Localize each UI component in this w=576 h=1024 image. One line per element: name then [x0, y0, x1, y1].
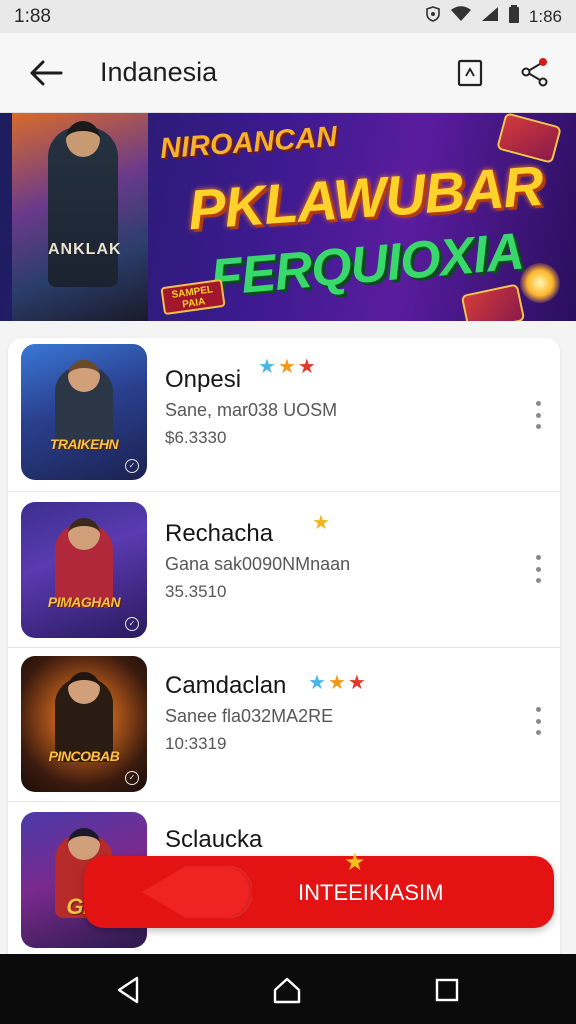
status-icons: 1:86 — [425, 5, 562, 28]
thumb-label: TRAIKEHN — [49, 436, 119, 452]
back-triangle-icon — [117, 976, 139, 1004]
game-title: Rechacha — [165, 520, 274, 547]
battery-icon — [508, 5, 520, 28]
status-time: 1:88 — [14, 5, 51, 27]
banner-glow — [520, 263, 560, 303]
game-subtitle: Sanee fla032MA2RE — [165, 706, 334, 726]
list-item[interactable]: PINCOBAB ✓ Camdaclan ★ ★ ★ Sanee fla032M… — [8, 648, 560, 802]
share-icon — [521, 58, 548, 87]
home-icon — [273, 977, 301, 1004]
page-title: Indanesia — [100, 57, 218, 87]
bookmark-button[interactable] — [454, 57, 486, 89]
bookmark-icon — [457, 59, 483, 87]
thumb-label: PINCOBAB — [48, 748, 120, 764]
nav-back-button[interactable] — [112, 974, 144, 1006]
rating-stars: ★ ★ ★ — [258, 354, 316, 379]
more-dot — [535, 718, 541, 724]
app-frame: 1:88 1:86 Indanesia ANKLAK NIROANCAN PKL… — [0, 0, 576, 1024]
cta-label: INTEEIKIASIM — [298, 880, 444, 905]
promo-banner[interactable]: ANKLAK NIROANCAN PKLAWUBAR FERQUIOXIA SA… — [0, 113, 576, 321]
more-options-button[interactable] — [528, 398, 548, 432]
star-icon: ★ — [277, 356, 296, 378]
more-dot — [535, 412, 541, 418]
star-icon: ★ — [308, 672, 326, 694]
more-dot — [535, 566, 541, 572]
signal-icon — [481, 6, 499, 27]
back-button[interactable] — [26, 55, 66, 91]
app-bar: Indanesia — [0, 33, 576, 113]
shield-icon — [425, 6, 441, 27]
banner-tag: SAMPEL PAIA — [160, 278, 226, 316]
star-icon: ★ — [347, 672, 366, 694]
star-icon: ★ — [344, 849, 366, 876]
more-dot — [535, 707, 541, 712]
thumb-label: PIMAGHAN — [47, 594, 121, 610]
thumb-face — [68, 518, 100, 550]
game-title: Onpesi — [165, 366, 242, 393]
game-thumbnail: TRAIKEHN ✓ — [21, 344, 147, 480]
battery-text: 1:86 — [528, 6, 562, 26]
banner-headline-small: NIROANCAN — [159, 120, 339, 166]
list-item[interactable]: TRAIKEHN ✓ Onpesi ★ ★ ★ Sane, mar038 UOS… — [8, 338, 560, 492]
more-dot — [535, 578, 541, 583]
banner-art-label: ANKLAK — [48, 241, 122, 258]
more-dot — [535, 555, 541, 560]
check-icon: ✓ — [125, 771, 139, 785]
game-price: $6.3330 — [165, 428, 227, 447]
status-bar: 1:88 1:86 — [0, 0, 576, 33]
banner-card-bottom — [460, 283, 526, 321]
install-cta-button[interactable]: INTEEIKIASIM — [84, 856, 554, 928]
game-thumbnail: PIMAGHAN ✓ — [21, 502, 147, 638]
rating-stars: ★ ★ ★ — [308, 670, 366, 695]
game-subtitle: Gana sak0090NMnaan — [165, 554, 351, 574]
check-icon: ✓ — [125, 459, 139, 473]
list-item[interactable]: PIMAGHAN ✓ Rechacha ★ Gana sak0090NMnaan… — [8, 494, 560, 648]
game-title: Camdaclan — [165, 672, 287, 699]
more-options-button[interactable] — [528, 552, 548, 586]
cta-arrow-icon — [142, 866, 252, 918]
nav-recents-button[interactable] — [431, 974, 463, 1006]
rating-stars: ★ — [312, 510, 330, 535]
game-subtitle: Sane, mar038 UOSM — [165, 400, 338, 420]
banner-hero-art: ANKLAK — [12, 113, 148, 321]
check-icon: ✓ — [125, 617, 139, 631]
thumb-face — [68, 828, 100, 860]
recents-icon — [435, 978, 459, 1002]
share-button[interactable] — [518, 55, 552, 89]
star-icon: ★ — [258, 356, 276, 378]
more-dot — [535, 424, 541, 429]
hero-head — [66, 121, 100, 157]
wifi-icon — [450, 6, 472, 27]
star-icon: ★ — [312, 512, 330, 534]
nav-home-button[interactable] — [271, 974, 303, 1006]
game-title: Sclaucka — [165, 826, 263, 853]
more-dot — [535, 401, 541, 406]
star-icon: ★ — [297, 356, 316, 378]
back-arrow-icon — [30, 60, 63, 86]
game-thumbnail: PINCOBAB ✓ — [21, 656, 147, 792]
more-dot — [535, 730, 541, 735]
star-icon: ★ — [327, 672, 346, 694]
system-nav-bar — [0, 954, 576, 1024]
game-price: 35.3510 — [165, 582, 227, 601]
game-price: 10:3319 — [165, 734, 227, 753]
more-options-button[interactable] — [528, 704, 548, 738]
thumb-face — [68, 672, 100, 704]
thumb-face — [68, 360, 100, 392]
